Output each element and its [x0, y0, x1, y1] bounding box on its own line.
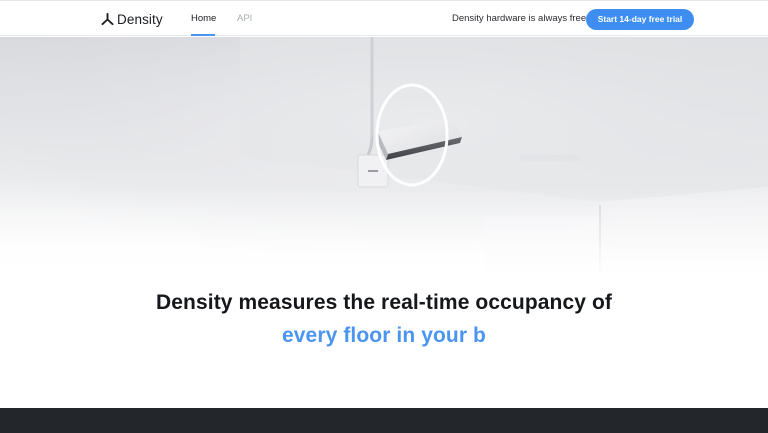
brand-name: Density [117, 11, 163, 27]
hardware-promo-text: Density hardware is always free. [452, 13, 589, 24]
nav-link-api[interactable]: API [237, 13, 252, 25]
headline-line-2-typing: every floor in your b [282, 324, 486, 347]
density-logo-icon [101, 12, 114, 25]
hero-illustration [0, 37, 768, 277]
sensor-ceiling-image [0, 37, 768, 277]
page: Density Home API Density hardware is alw… [0, 0, 768, 433]
dark-section-band [0, 408, 768, 433]
active-tab-indicator [191, 34, 215, 36]
headline-line-1: Density measures the real-time occupancy… [156, 291, 612, 314]
brand-logo[interactable]: Density [101, 10, 163, 28]
start-trial-button[interactable]: Start 14-day free trial [586, 9, 694, 30]
nav-link-home[interactable]: Home [191, 13, 216, 25]
top-navigation: Density Home API Density hardware is alw… [0, 0, 768, 36]
